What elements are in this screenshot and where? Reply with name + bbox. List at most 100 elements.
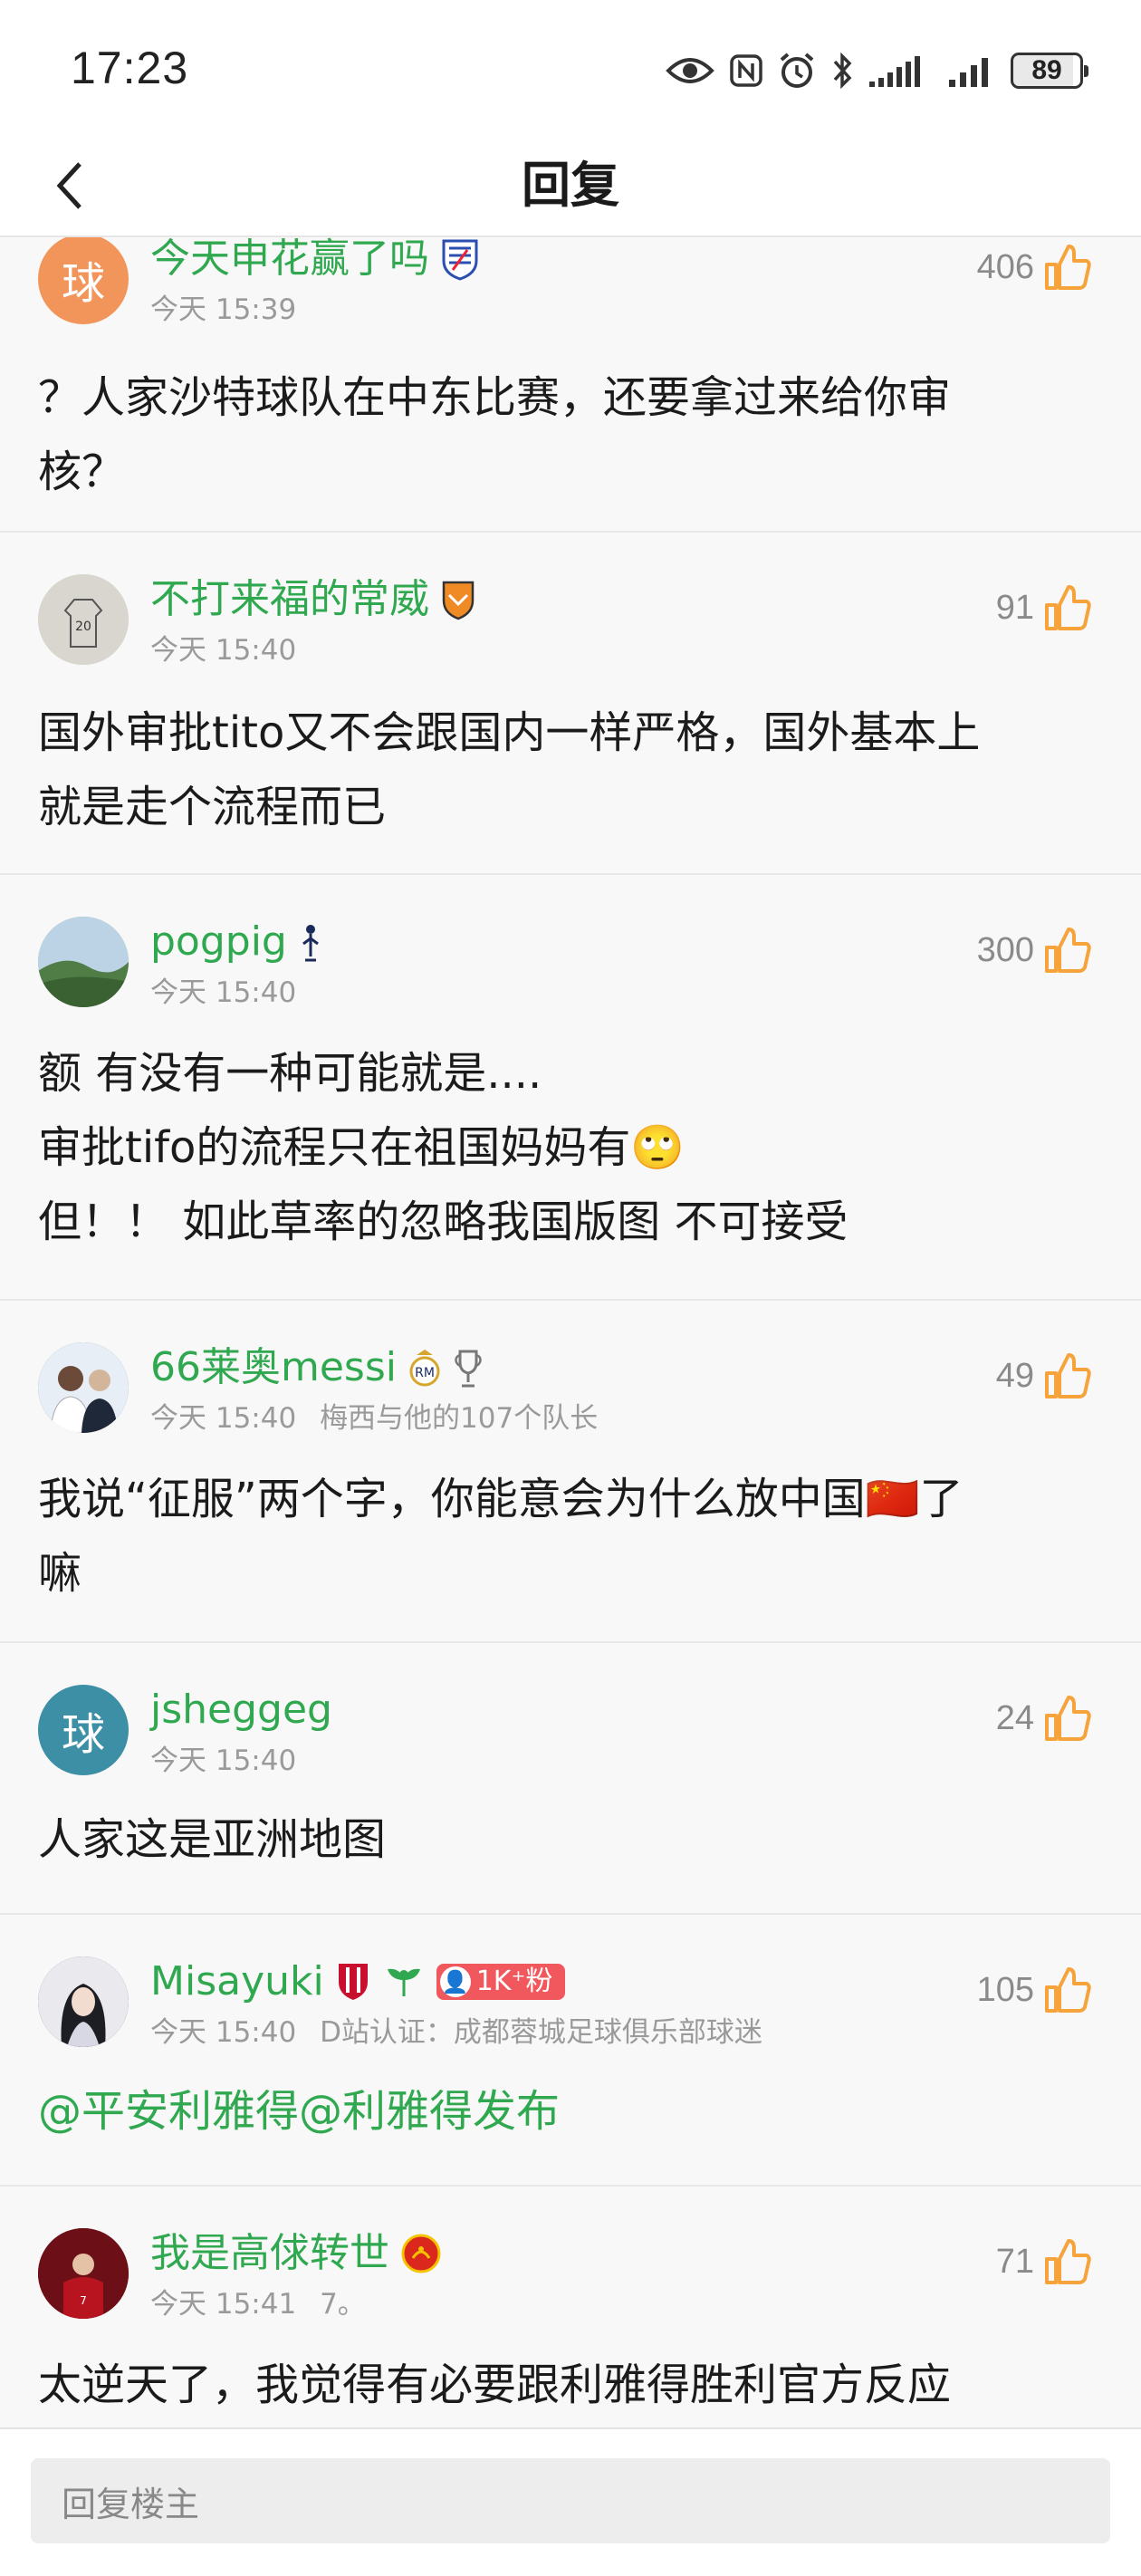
username-text: 今天申花赢了吗	[150, 237, 429, 282]
avatar-text: 球	[61, 1709, 105, 1760]
comment-item[interactable]: pogpig 今天 15:40 300 额 有没有一种可能就是.... 审批ti…	[0, 875, 1141, 1301]
comment-time: 今天 15:40	[150, 2016, 297, 2049]
signal-icon	[869, 56, 920, 87]
fan-count-badge: 👤 1K⁺粉	[436, 1964, 566, 2000]
username-text: 不打来福的常威	[150, 576, 429, 622]
avatar-image: 7	[38, 2228, 129, 2319]
fan-count-text: 1K⁺粉	[475, 1966, 553, 1997]
team-badge-icon	[335, 1960, 371, 2004]
like-button[interactable]: 49	[996, 1351, 1092, 1400]
like-count: 105	[976, 1970, 1034, 2009]
user-tag: D站认证：成都蓉城足球俱乐部球迷	[320, 2016, 762, 2049]
comment-line: 核？	[38, 447, 126, 497]
team-badge-icon: RM	[408, 1346, 442, 1389]
avatar-image	[38, 1956, 129, 2047]
user-tag: 7。	[320, 2288, 366, 2321]
comment-time: 今天 15:41	[150, 2288, 297, 2321]
like-button[interactable]: 71	[996, 2237, 1092, 2286]
avatar[interactable]: 20	[38, 574, 129, 665]
comment-content[interactable]: @平安利雅得@利雅得发布	[38, 2074, 1105, 2148]
comment-item[interactable]: 7 我是高俅转世 今天 15:41 7。 71 太逆天了，我觉得有必要跟利雅得胜…	[0, 2187, 1141, 2427]
comment-meta: 今天 15:39	[150, 292, 296, 328]
avatar[interactable]	[38, 1956, 129, 2047]
user-icon: 👤	[439, 1966, 471, 1997]
avatar[interactable]: 球	[38, 237, 129, 324]
team-badge-icon	[440, 237, 480, 281]
eye-icon	[666, 58, 714, 83]
comment-content: 人家这是亚洲地图	[38, 1802, 1105, 1877]
trophy-icon	[453, 1346, 484, 1389]
avatar-image	[38, 1342, 129, 1433]
comment-meta: 今天 15:40 梅西与他的107个队长	[150, 1400, 598, 1437]
username[interactable]: 不打来福的常威	[150, 574, 476, 625]
avatar[interactable]: 球	[38, 1685, 129, 1775]
comment-item[interactable]: 球 jsheggeg 今天 15:40 24 人家这是亚洲地图	[0, 1643, 1141, 1915]
plant-icon	[382, 1964, 426, 2000]
comment-line: 我说“征服”两个字，你能意会为什么放中国🇨🇳了	[38, 1474, 964, 1524]
thumbs-up-icon	[1045, 1967, 1091, 2013]
mention-link[interactable]: @平安利雅得@利雅得发布	[38, 2074, 1105, 2148]
comment-time: 今天 15:40	[150, 634, 297, 667]
comment-item[interactable]: 20 不打来福的常威 今天 15:40 91 国外审批tito又不会跟国内一样严…	[0, 533, 1141, 875]
comment-time: 今天 15:40	[150, 1402, 297, 1435]
thumbs-up-icon	[1045, 1696, 1091, 1741]
username[interactable]: jsheggeg	[150, 1685, 332, 1735]
username[interactable]: 我是高俅转世	[150, 2228, 442, 2279]
comment-line: 人家这是亚洲地图	[38, 1814, 387, 1865]
username-text: pogpig	[150, 918, 287, 965]
comment-meta: 今天 15:40	[150, 632, 296, 668]
reply-bar: 回复楼主	[0, 2427, 1141, 2576]
svg-text:7: 7	[80, 2294, 87, 2307]
comment-time: 今天 15:40	[150, 976, 297, 1009]
alarm-icon	[780, 53, 814, 88]
like-button[interactable]: 105	[977, 1966, 1092, 2014]
status-icons: 89	[665, 47, 1088, 94]
like-button[interactable]: 406	[977, 243, 1092, 292]
username[interactable]: 66莱奥messi RM	[150, 1342, 484, 1393]
comment-list[interactable]: 球 今天申花赢了吗 今天 15:39 406 ？人家沙特球队在中东比赛，还要拿过…	[0, 237, 1141, 2427]
comment-content: 太逆天了，我觉得有必要跟利雅得胜利官方反应	[38, 2348, 1105, 2422]
reply-input[interactable]: 回复楼主	[31, 2458, 1110, 2543]
username-text: jsheggeg	[150, 1687, 332, 1733]
comment-line: 额 有没有一种可能就是....	[38, 1048, 542, 1099]
thumbs-up-icon	[1045, 245, 1091, 290]
like-count: 91	[995, 588, 1034, 627]
comment-time: 今天 15:39	[150, 293, 297, 326]
comment-line: 审批tifo的流程只在祖国妈妈有🙄	[38, 1122, 686, 1173]
comment-content: 我说“征服”两个字，你能意会为什么放中国🇨🇳了 嘛	[38, 1462, 1105, 1610]
thumbs-up-icon	[1045, 1353, 1091, 1399]
comment-meta: 今天 15:40	[150, 975, 296, 1011]
comment-content: 额 有没有一种可能就是.... 审批tifo的流程只在祖国妈妈有🙄 但！！ 如此…	[38, 1036, 1105, 1259]
comment-line: 太逆天了，我觉得有必要跟利雅得胜利官方反应	[38, 2360, 952, 2410]
comment-line: 但！！ 如此草率的忽略我国版图 不可接受	[38, 1197, 849, 1247]
comment-line: 国外审批tito又不会跟国内一样严格，国外基本上	[38, 707, 981, 758]
comment-item[interactable]: Misayuki 👤 1K⁺粉 今天 15:40 D站认证：成都蓉城足球俱乐部球…	[0, 1915, 1141, 2187]
username[interactable]: pogpig	[150, 917, 323, 967]
svg-text:RM: RM	[415, 1366, 435, 1380]
avatar[interactable]	[38, 1342, 129, 1433]
like-button[interactable]: 300	[977, 926, 1092, 975]
avatar[interactable]: 7	[38, 2228, 129, 2319]
comment-meta: 今天 15:41 7。	[150, 2286, 366, 2322]
username-text: 66莱奥messi	[150, 1344, 397, 1390]
username[interactable]: Misayuki 👤 1K⁺粉	[150, 1956, 566, 2007]
svg-text:20: 20	[75, 620, 91, 634]
comment-meta: 今天 15:40	[150, 1743, 296, 1779]
like-button[interactable]: 91	[996, 583, 1092, 632]
comment-item[interactable]: 66莱奥messi RM 今天 15:40 梅西与他的107个队长 49 我说“…	[0, 1301, 1141, 1643]
like-count: 24	[995, 1698, 1034, 1737]
avatar-image	[38, 917, 129, 1007]
comment-item[interactable]: 球 今天申花赢了吗 今天 15:39 406 ？人家沙特球队在中东比赛，还要拿过…	[0, 237, 1141, 533]
team-badge-icon	[298, 920, 323, 964]
username-text: 我是高俅转世	[150, 2230, 389, 2276]
comment-line: 嘛	[38, 1548, 82, 1599]
comment-line: 就是走个流程而已	[38, 782, 387, 832]
like-count: 406	[976, 247, 1034, 286]
thumbs-up-icon	[1045, 928, 1091, 973]
thumbs-up-icon	[1045, 585, 1091, 630]
status-time: 17:23	[71, 43, 189, 93]
thumbs-up-icon	[1045, 2239, 1091, 2284]
like-button[interactable]: 24	[996, 1694, 1092, 1743]
username[interactable]: 今天申花赢了吗	[150, 237, 480, 284]
avatar[interactable]	[38, 917, 129, 1007]
